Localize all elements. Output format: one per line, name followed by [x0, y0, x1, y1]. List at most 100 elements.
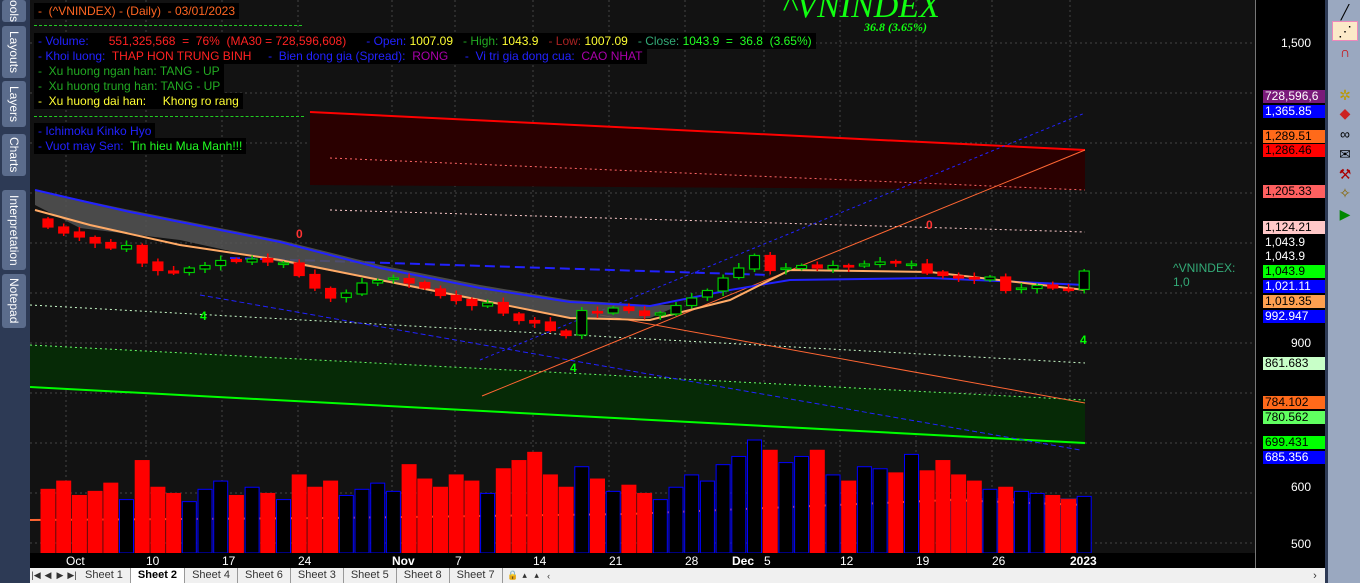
date-label: 2023 [1070, 554, 1097, 568]
volume-bar [244, 486, 260, 553]
kijun-line [34, 189, 1086, 308]
axis-price-label: 1,205.33 [1263, 185, 1326, 198]
glasses-icon[interactable]: ∞ [1332, 124, 1358, 144]
candle-down [105, 241, 117, 249]
candle-down [811, 264, 823, 269]
volume-bar [228, 494, 244, 553]
volume-bar [197, 488, 213, 553]
volume-bar [621, 484, 637, 553]
ichimoku-cloud [35, 190, 680, 318]
play-chart-icon[interactable]: ▶ [1332, 204, 1358, 224]
chart-title: - (^VNINDEX) - (Daily) - 03/01/2023 [34, 3, 240, 19]
sheet-tab[interactable]: Sheet 4 [185, 568, 238, 583]
scroll-right-button[interactable]: › [1305, 570, 1325, 582]
sheet-tab-active[interactable]: Sheet 2 [130, 568, 186, 583]
candle-down [230, 258, 242, 263]
volume-bar [637, 492, 653, 553]
volume-bar [951, 474, 967, 553]
price-axis[interactable]: 1,500 900 600 500 728,596,6 1,365.85 1,289… [1255, 0, 1326, 568]
candle-up [701, 289, 714, 298]
sheet-tab[interactable]: Sheet 6 [238, 568, 291, 583]
pen-icon[interactable]: ╱ [1332, 2, 1358, 22]
candle-up [905, 263, 918, 267]
volume-bar [401, 464, 417, 553]
axis-price-label: 685.356 [1263, 451, 1326, 464]
diamonds-icon[interactable]: ◆ [1332, 103, 1358, 123]
candle-down [591, 310, 604, 314]
tab-notepad[interactable]: Notepad [2, 274, 26, 328]
ichimoku-label: - Ichimoku Kinko Hyo [34, 123, 156, 139]
sell-signal-label: 0 [296, 227, 303, 241]
lock-icon[interactable]: 🔒 [507, 570, 519, 581]
candle-down [560, 330, 572, 337]
sell-signal-label: 0 [926, 218, 933, 232]
tab-charts[interactable]: Charts [2, 134, 26, 176]
sheet-tab[interactable]: Sheet 7 [450, 568, 503, 583]
volume-bar [260, 492, 276, 553]
candle-up [199, 264, 211, 270]
candle-up [387, 277, 399, 281]
magnet-icon[interactable]: ∩ [1332, 42, 1358, 62]
volume-bar [590, 478, 605, 553]
volume-bar [841, 480, 857, 553]
axis-price-label: 1,043.9 [1263, 250, 1326, 263]
scale-icon[interactable]: ▴ [519, 570, 531, 581]
volume-bar [1076, 495, 1092, 553]
gear-icon[interactable]: ✲ [1332, 85, 1358, 105]
axis-price-label: 780.562 [1263, 411, 1326, 424]
dotted-line [329, 209, 1086, 233]
tab-layers[interactable]: Layers [2, 81, 26, 127]
next-sheet-button[interactable]: ▶ [54, 570, 66, 581]
candle-up [827, 264, 839, 270]
mid-trend: - Xu huong trung han: TANG - UP [34, 78, 225, 94]
candle-down [1000, 276, 1012, 292]
candle-down [544, 321, 557, 332]
volume-bar [527, 451, 543, 553]
candle-up [120, 244, 133, 250]
candle-down [1047, 284, 1059, 289]
candle-down [450, 294, 462, 302]
last-sheet-button[interactable]: ▶| [66, 570, 78, 581]
volume-bar [809, 449, 825, 553]
volume-bar [982, 488, 998, 553]
sheet-tab[interactable]: Sheet 8 [397, 568, 450, 583]
interval-icon[interactable]: ▴ [531, 570, 543, 581]
tab-tools[interactable]: ools [2, 0, 26, 22]
candle-down [58, 226, 70, 234]
volume-bar [448, 474, 464, 553]
volume-bar [574, 466, 590, 553]
volume-bar [134, 460, 150, 553]
volume-bar [103, 482, 119, 553]
sheet-tab[interactable]: Sheet 5 [344, 568, 397, 583]
volume-bar [825, 474, 841, 553]
sheet-tab[interactable]: Sheet 1 [78, 568, 131, 583]
wand-icon[interactable]: ✧ [1332, 183, 1358, 203]
volume-bar [480, 492, 496, 553]
first-sheet-button[interactable]: |◀ [30, 570, 42, 581]
axis-price-label: 1,043.9 [1263, 265, 1326, 278]
candle-down [638, 310, 651, 317]
candle-down [937, 271, 949, 277]
scroll-left-button[interactable]: ‹ [543, 571, 555, 581]
volume-bar [370, 482, 386, 553]
left-sidebar: ools Layouts Layers Charts Interpretatio… [0, 0, 30, 583]
dotted-line-icon[interactable]: ⋰ [1332, 21, 1358, 41]
prev-sheet-button[interactable]: ◀ [42, 570, 54, 581]
date-label: Nov [392, 554, 415, 568]
sheet-tab[interactable]: Sheet 3 [291, 568, 344, 583]
axis-price-label: 1,365.85 [1263, 105, 1326, 118]
scroll-icon[interactable]: ✉ [1332, 144, 1358, 164]
volume-bar [1061, 499, 1076, 553]
big-change: 36.8 (3.65%) [864, 20, 927, 34]
candle-up [215, 259, 227, 267]
volume-bar [150, 486, 166, 553]
cloud-signal: - Vuot may Sen: Tin hieu Mua Manh!!! [34, 138, 247, 154]
volume-bar [919, 470, 935, 553]
tab-interpretation[interactable]: Interpretation [2, 190, 26, 270]
candle-down [403, 277, 415, 284]
candle-up [654, 312, 666, 316]
volume-bar [935, 460, 951, 553]
candle-down [623, 306, 635, 312]
pickaxe-icon[interactable]: ⚒ [1332, 164, 1358, 184]
tab-layouts[interactable]: Layouts [2, 26, 26, 78]
